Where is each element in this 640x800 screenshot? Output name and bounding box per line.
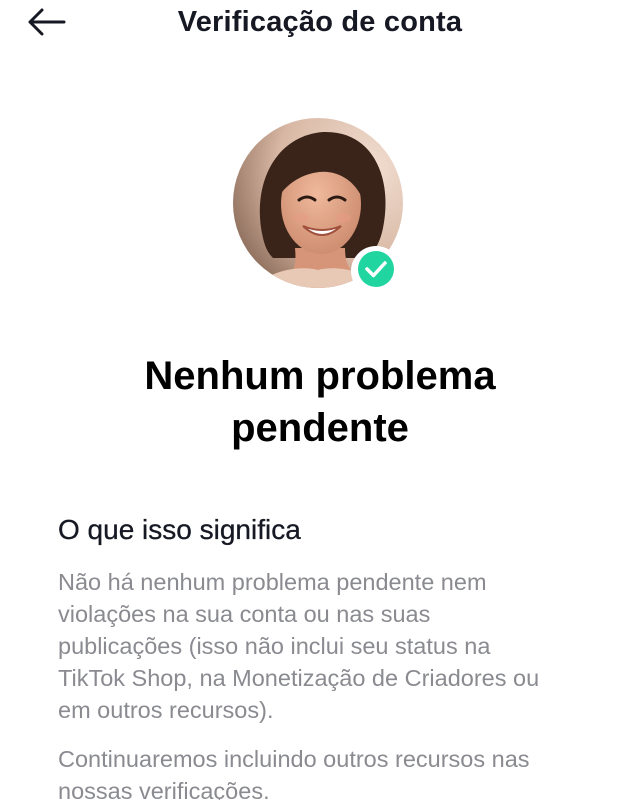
explanation-paragraph: Não há nenhum problema pendente nem viol…	[58, 566, 598, 726]
status-title: Nenhum problema pendente	[60, 350, 580, 454]
page-title: Verificação de conta	[177, 6, 463, 38]
paragraph-line: publicações (isso não inclui seu status …	[58, 633, 491, 659]
paragraph-line: nossas verificações.	[58, 778, 270, 800]
status-title-line: Nenhum problema	[144, 354, 496, 398]
paragraph-line: TikTok Shop, na Monetização de Criadores…	[58, 665, 540, 691]
check-circle-icon	[356, 249, 396, 294]
verified-badge	[351, 246, 401, 296]
paragraph-line: em outros recursos).	[58, 697, 274, 723]
paragraph-line: Não há nenhum problema pendente nem	[58, 569, 487, 595]
paragraph-line: Continuaremos incluindo outros recursos …	[58, 746, 530, 772]
paragraph-line: violações na sua conta ou nas suas	[58, 601, 431, 627]
account-verification-screen: Verificação de conta Nenhum problema pen…	[0, 0, 640, 800]
top-bar: Verificação de conta	[0, 0, 640, 50]
section-heading: O que isso significa	[58, 514, 301, 545]
additional-info-paragraph: Continuaremos incluindo outros recursos …	[58, 743, 598, 800]
profile-avatar-group	[233, 118, 405, 296]
status-title-line: pendente	[231, 406, 409, 450]
